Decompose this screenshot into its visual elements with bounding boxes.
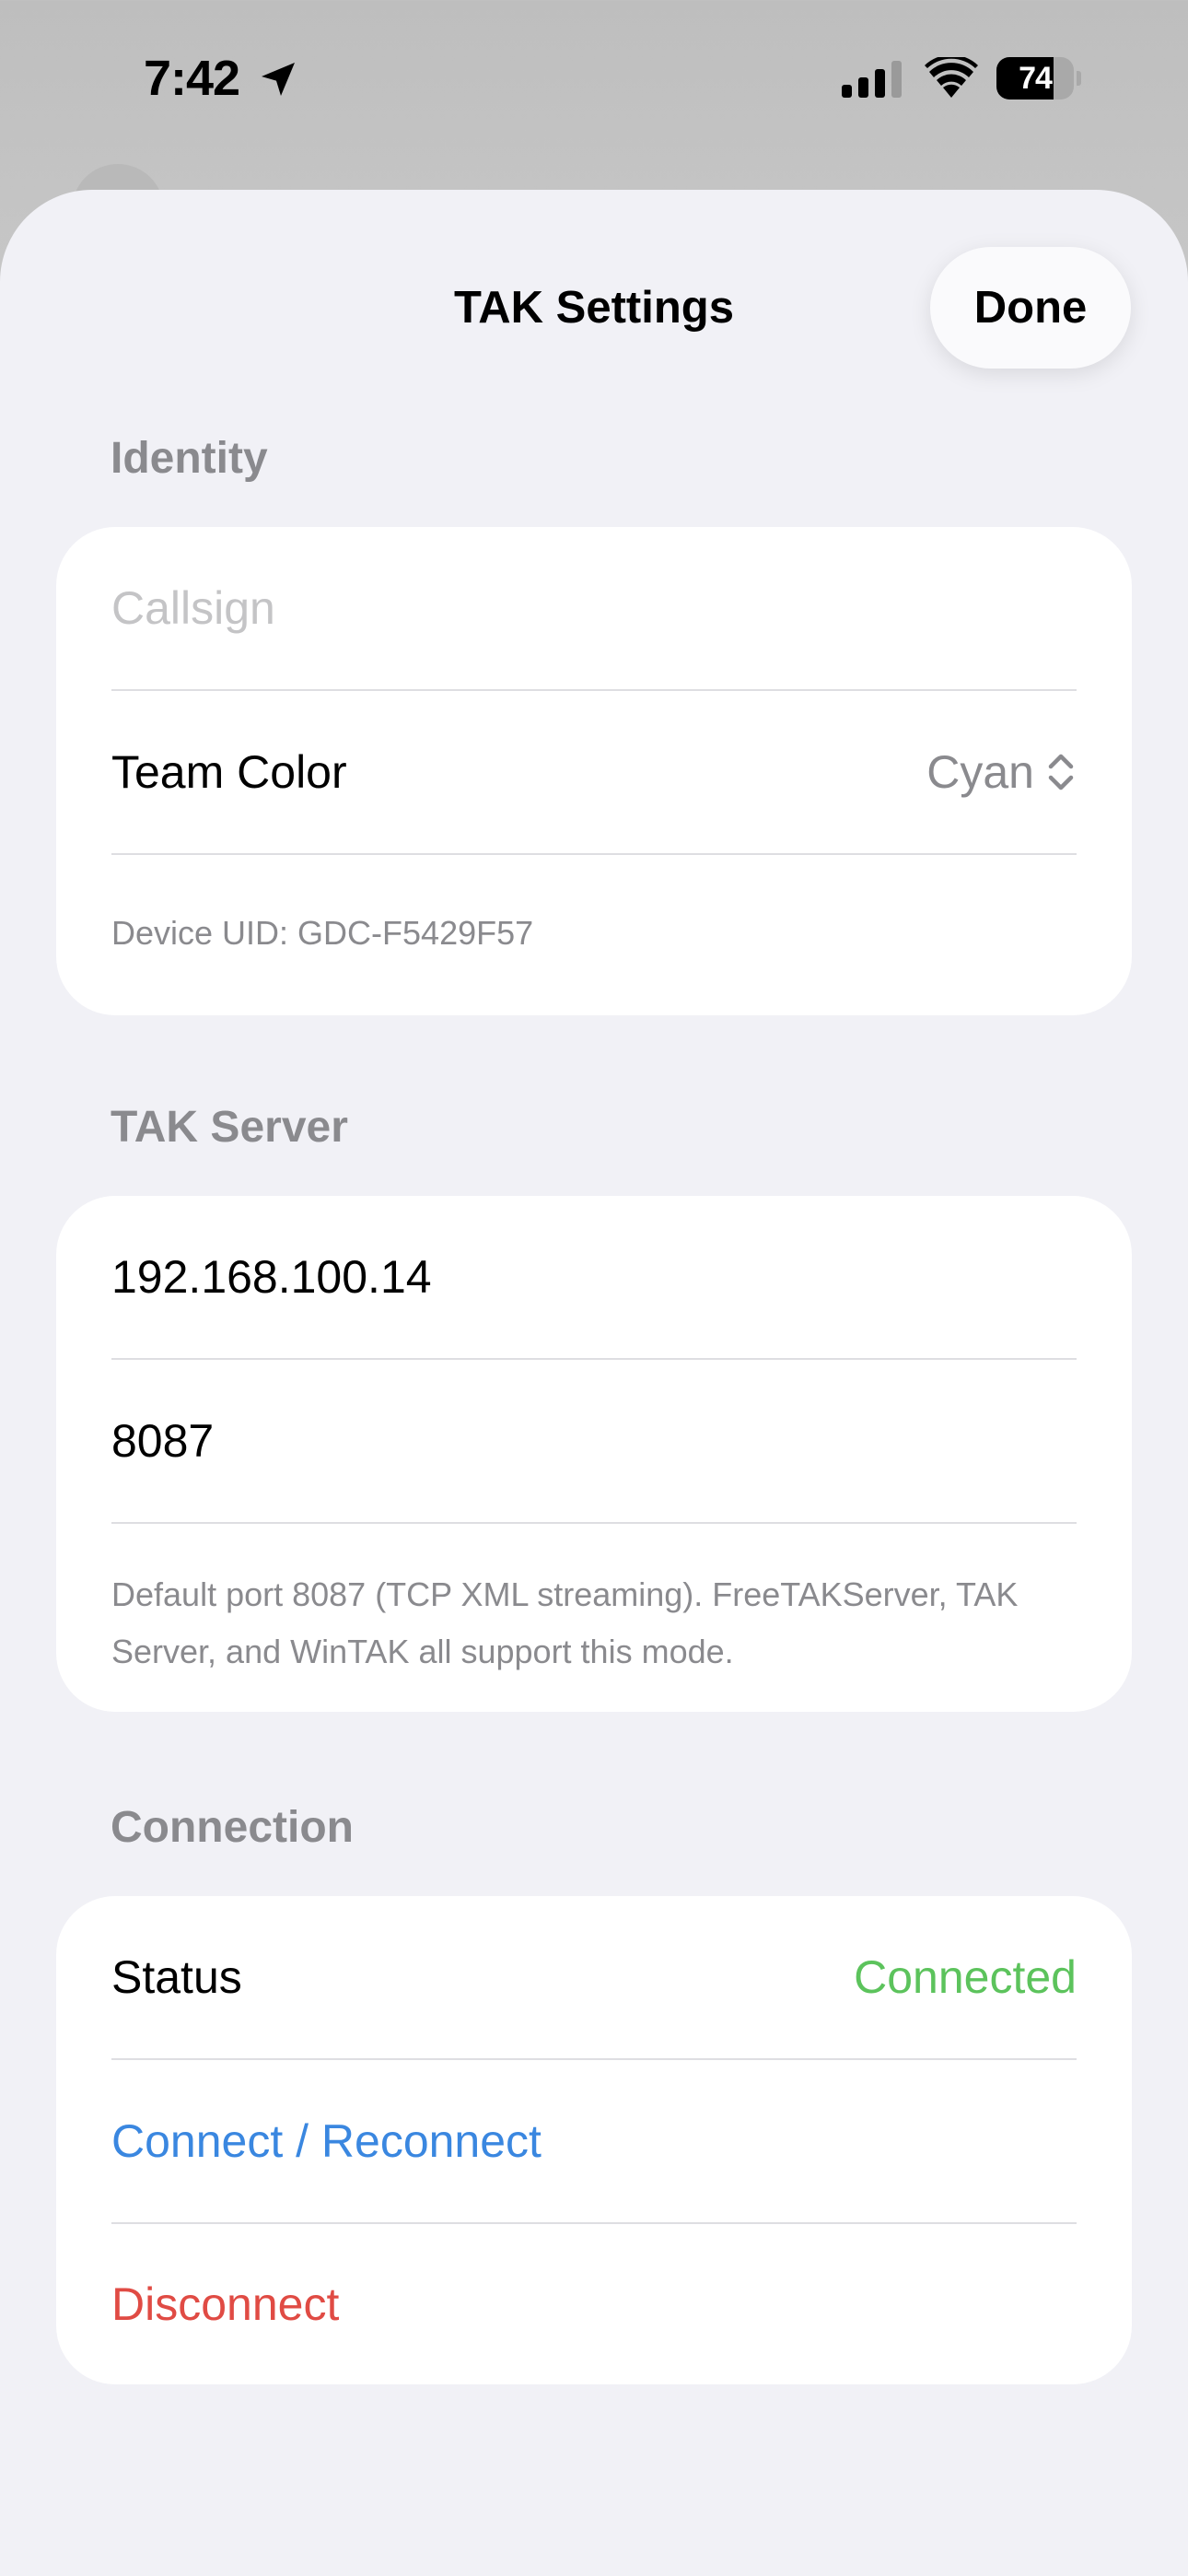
status-value: Connected <box>854 1951 1077 2003</box>
status-bar: 7:42 74 <box>0 0 1188 161</box>
team-color-picker[interactable]: Cyan <box>926 745 1077 799</box>
status-label: Status <box>111 1951 242 2003</box>
section-header-tak-server: TAK Server <box>111 1103 348 1152</box>
connect-reconnect-button[interactable]: Connect / Reconnect <box>111 2060 1077 2222</box>
section-header-identity: Identity <box>111 434 268 483</box>
settings-sheet: TAK Settings Done Identity Team Color Cy… <box>0 190 1188 2576</box>
server-host-field[interactable]: 192.168.100.14 <box>111 1250 432 1304</box>
status-row: Status Connected <box>111 1896 1077 2058</box>
divider <box>111 853 1077 855</box>
wifi-icon <box>925 57 978 98</box>
status-time: 7:42 <box>144 51 240 106</box>
callsign-row[interactable] <box>111 527 1077 689</box>
done-button[interactable]: Done <box>930 247 1131 369</box>
chevron-up-down-icon <box>1048 754 1074 790</box>
server-host-row[interactable]: 192.168.100.14 <box>111 1196 1077 1358</box>
server-port-row[interactable]: 8087 <box>111 1360 1077 1522</box>
team-color-row[interactable]: Team Color Cyan <box>111 691 1077 853</box>
tak-server-card: 192.168.100.14 8087 Default port 8087 (T… <box>56 1196 1132 1712</box>
disconnect-button[interactable]: Disconnect <box>111 2223 1077 2384</box>
server-footnote: Default port 8087 (TCP XML streaming). F… <box>111 1575 1019 1670</box>
section-header-connection: Connection <box>111 1803 354 1852</box>
battery-icon: 74 <box>996 57 1081 100</box>
divider <box>111 1522 1077 1524</box>
identity-card: Team Color Cyan Device UID: GDC-F5429F57 <box>56 527 1132 1015</box>
location-arrow-icon <box>262 63 295 96</box>
server-port-field[interactable]: 8087 <box>111 1414 214 1468</box>
connection-card: Status Connected Connect / Reconnect Dis… <box>56 1896 1132 2384</box>
team-color-label: Team Color <box>111 746 347 798</box>
callsign-input[interactable] <box>111 581 1077 635</box>
team-color-value: Cyan <box>926 746 1034 798</box>
device-uid: Device UID: GDC-F5429F57 <box>111 914 534 952</box>
cellular-signal-icon <box>842 61 902 98</box>
battery-level: 74 <box>1019 60 1053 96</box>
